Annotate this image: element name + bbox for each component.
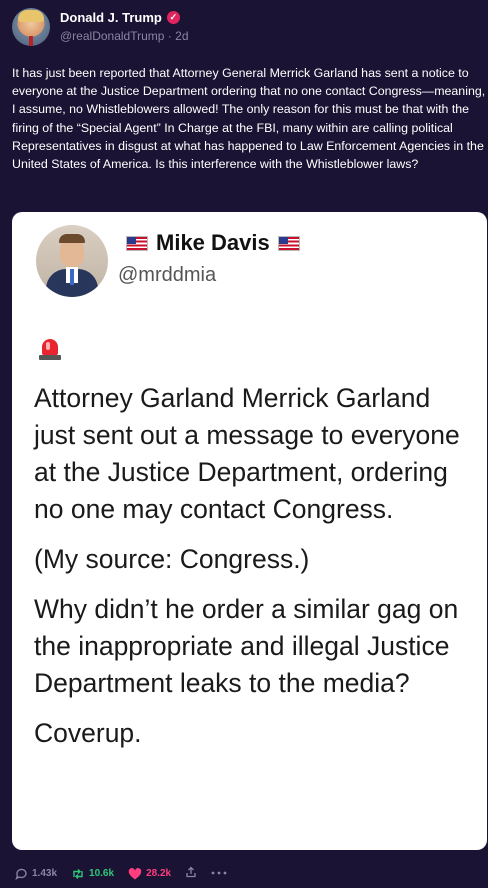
share-icon <box>186 866 196 878</box>
more-button[interactable] <box>211 868 227 879</box>
share-button[interactable] <box>185 866 197 881</box>
quoted-name-row: Mike Davis <box>118 230 308 256</box>
action-bar: 1.43k 10.6k 28.2k <box>15 866 227 881</box>
quoted-paragraph: Coverup. <box>34 718 142 748</box>
retweet-button[interactable]: 10.6k <box>71 868 114 880</box>
quoted-post-card[interactable]: Mike Davis @mrddmia Attorney Garland Mer… <box>12 212 487 850</box>
author-name[interactable]: Donald J. Trump <box>60 10 162 25</box>
quoted-name[interactable]: Mike Davis <box>156 230 270 256</box>
reply-icon <box>15 868 27 880</box>
retweet-count: 10.6k <box>89 868 115 879</box>
retweet-icon <box>73 868 83 879</box>
author-handle[interactable]: @realDonaldTrump <box>60 29 164 43</box>
author-info: Donald J. Trump ✓ @realDonaldTrump · 2d <box>60 8 189 44</box>
quoted-handle[interactable]: @mrddmia <box>118 264 216 287</box>
post-body: It has just been reported that Attorney … <box>12 66 486 172</box>
quoted-text: Attorney Garland Merrick Garland just se… <box>34 380 474 765</box>
reply-count: 1.43k <box>32 868 58 879</box>
like-button[interactable]: 28.2k <box>128 867 172 880</box>
reply-button[interactable]: 1.43k <box>15 868 57 880</box>
separator: · <box>167 29 172 43</box>
more-icon <box>211 871 227 875</box>
us-flag-icon <box>126 235 148 251</box>
post-header: Donald J. Trump ✓ @realDonaldTrump · 2d <box>12 8 189 46</box>
author-name-row: Donald J. Trump ✓ <box>60 8 189 26</box>
author-avatar[interactable] <box>12 8 50 46</box>
like-count: 28.2k <box>146 868 172 879</box>
siren-icon <box>39 337 61 361</box>
quoted-paragraph: Why didn’t he order a similar gag on the… <box>34 594 459 698</box>
quoted-paragraph: (My source: Congress.) <box>34 544 310 574</box>
quoted-avatar[interactable] <box>36 225 108 297</box>
verified-badge-icon: ✓ <box>166 10 180 24</box>
heart-icon <box>128 867 142 879</box>
quoted-paragraph: Attorney Garland Merrick Garland just se… <box>34 383 460 524</box>
author-handle-row: @realDonaldTrump · 2d <box>60 29 189 43</box>
us-flag-icon <box>277 235 300 251</box>
post-time[interactable]: 2d <box>175 29 188 43</box>
